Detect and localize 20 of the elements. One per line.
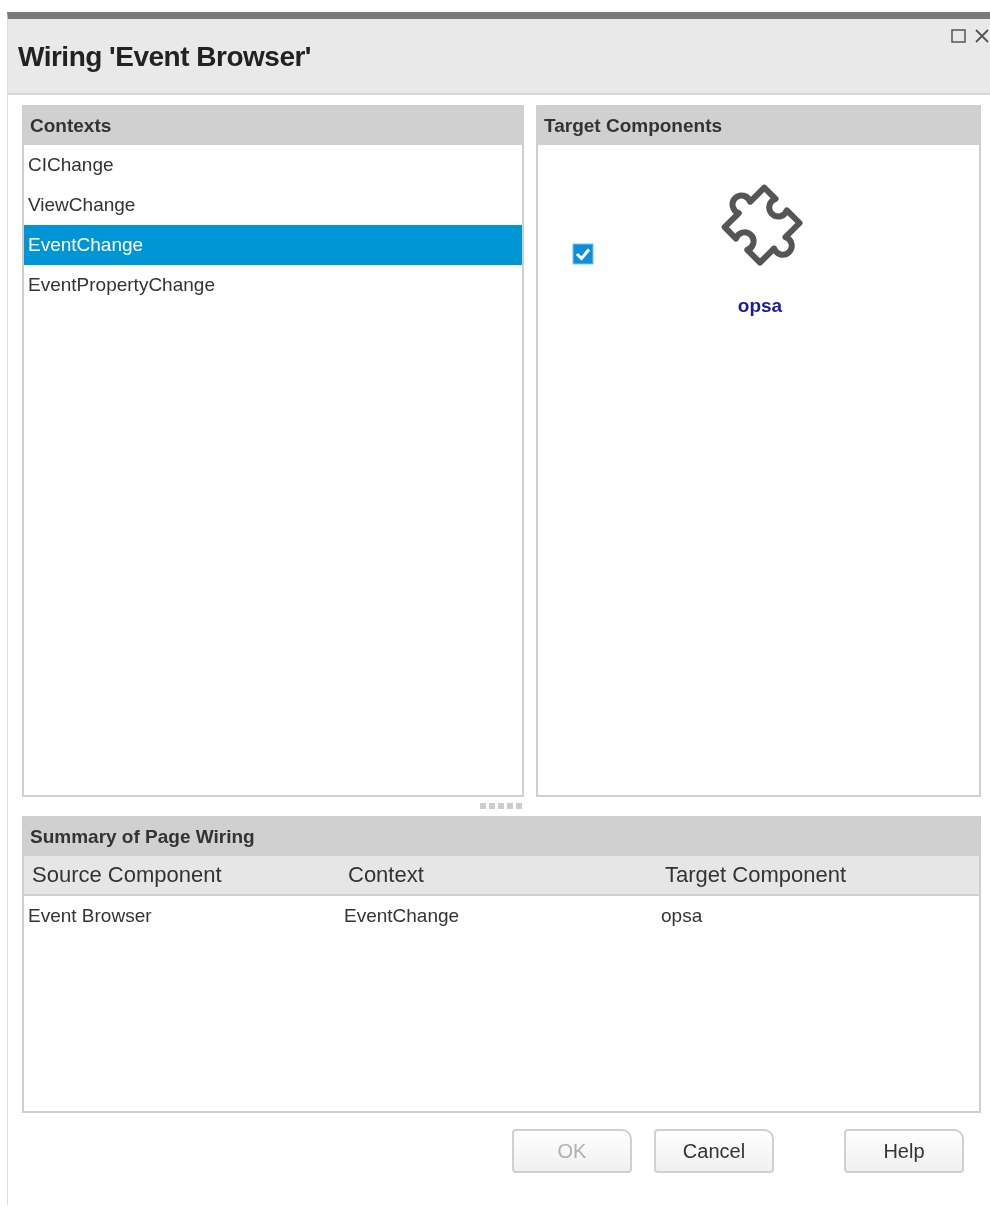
maximize-icon[interactable] — [950, 27, 968, 45]
context-item[interactable]: CIChange — [24, 145, 522, 185]
column-header[interactable]: Source Component — [24, 862, 340, 888]
context-item[interactable]: EventPropertyChange — [24, 265, 522, 305]
dialog-button[interactable]: Cancel — [654, 1129, 774, 1173]
table-cell-text: Event Browser — [27, 905, 153, 927]
dialog-button[interactable]: Help — [844, 1129, 964, 1173]
panel-header: Summary of Page Wiring — [24, 818, 979, 856]
table-cell-text: opsa — [660, 905, 704, 927]
close-icon[interactable] — [974, 27, 990, 45]
component-name[interactable]: opsa — [737, 295, 783, 317]
panel-header: Contexts — [24, 107, 522, 145]
context-item[interactable]: ViewChange — [24, 185, 522, 225]
checkbox[interactable] — [572, 243, 594, 265]
panel-header: Target Components — [538, 107, 979, 145]
column-header[interactable]: Target Component — [657, 862, 979, 888]
window-title: Wiring 'Event Browser' — [18, 41, 311, 73]
table-cell-text: EventChange — [343, 905, 461, 927]
column-header[interactable]: Context — [340, 862, 657, 888]
splitter-handle[interactable] — [478, 803, 525, 809]
